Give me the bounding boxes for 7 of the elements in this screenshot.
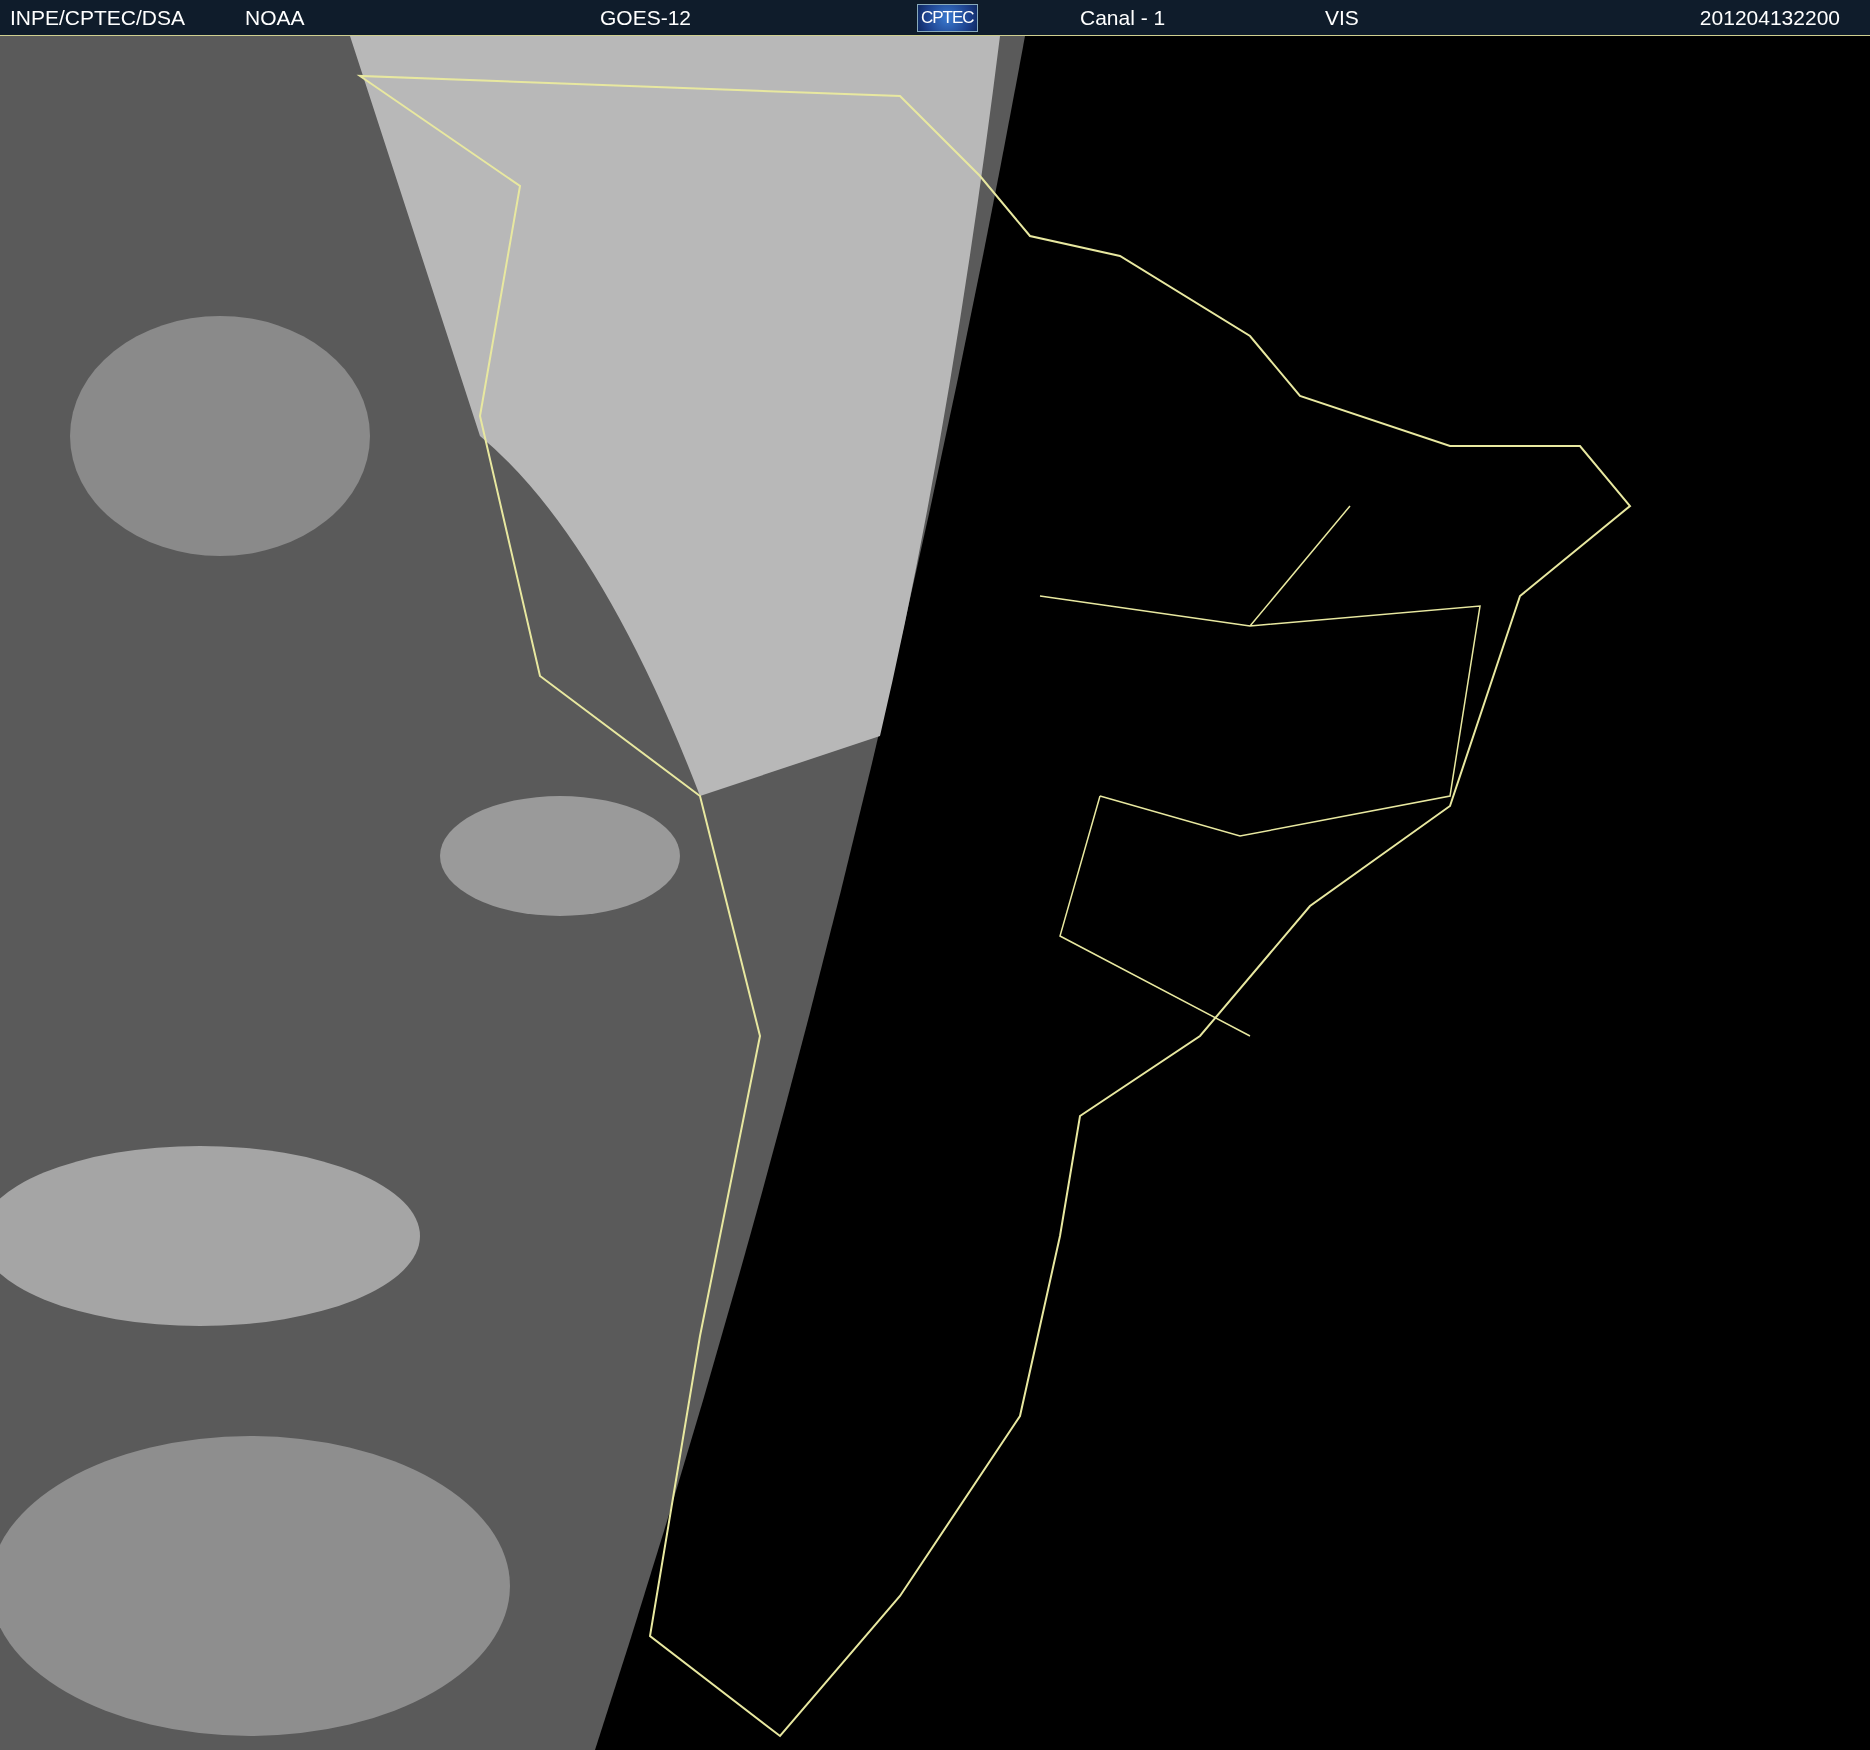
satellite-label: GOES-12: [600, 5, 692, 30]
logo: CPTEC: [917, 3, 978, 32]
channel-label: Canal - 1: [1080, 5, 1166, 30]
source-label: INPE/CPTEC/DSA: [10, 5, 186, 30]
band-label: VIS: [1325, 5, 1359, 30]
agency-label: NOAA: [245, 5, 305, 30]
timestamp-label: 201204132200: [1699, 5, 1840, 30]
